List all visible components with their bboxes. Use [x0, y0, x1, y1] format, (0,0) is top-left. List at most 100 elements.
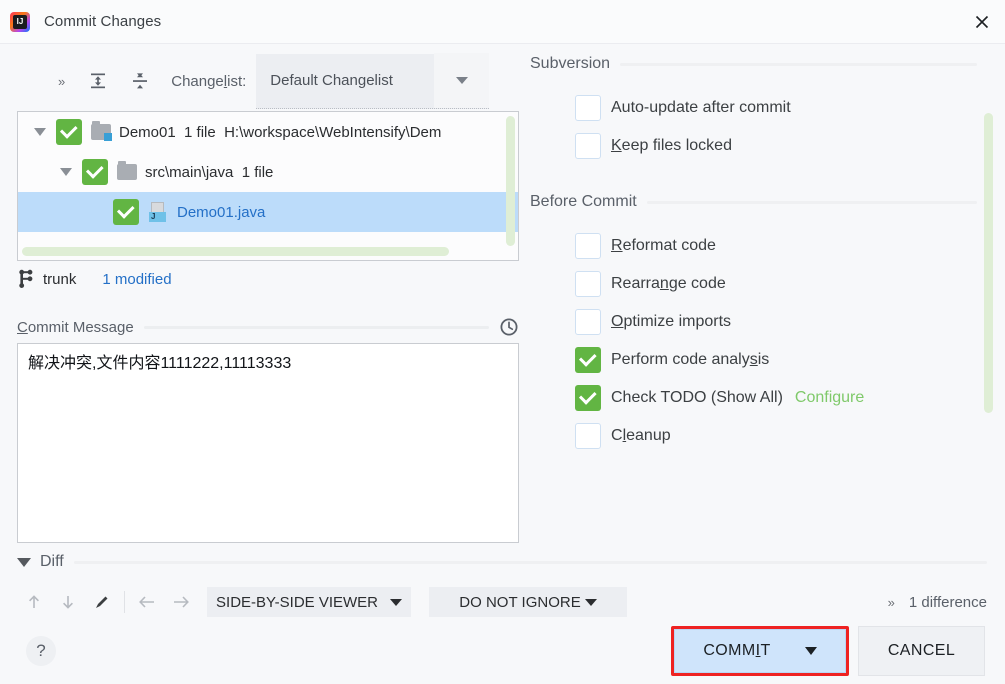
- cancel-button[interactable]: CANCEL: [858, 626, 985, 676]
- triangle-down-icon: [390, 598, 402, 606]
- section-title: Before Commit: [530, 193, 637, 210]
- divider: [620, 62, 977, 66]
- arrow-up-icon[interactable]: [17, 587, 51, 617]
- commit-changes-dialog: Commit Changes » Cha: [0, 0, 1005, 684]
- arrow-left-icon[interactable]: [130, 587, 164, 617]
- commit-button-label: COMMIT: [703, 642, 771, 659]
- changelist-toolbar: » Changelist: Default Changelist: [0, 52, 524, 110]
- chevron-down-icon[interactable]: [434, 53, 490, 108]
- checkbox-auto-update-after-commit[interactable]: Auto-update after commit: [530, 89, 1005, 127]
- caret-down-icon[interactable]: [17, 557, 31, 567]
- checkbox-label: Perform code analysis: [611, 351, 770, 368]
- viewer-mode-select[interactable]: SIDE-BY-SIDE VIEWER: [207, 587, 411, 617]
- row-checkbox[interactable]: [113, 199, 139, 225]
- checkbox-label: Rearrange code: [611, 275, 726, 292]
- checkbox-box[interactable]: [575, 233, 601, 259]
- tree-vertical-scrollbar[interactable]: [506, 116, 515, 246]
- help-button[interactable]: ?: [26, 636, 56, 666]
- pencil-icon[interactable]: [85, 587, 119, 617]
- folder-icon: [117, 161, 137, 180]
- checkbox-box[interactable]: [575, 423, 601, 449]
- checkbox-box[interactable]: [575, 309, 601, 335]
- table-row-label: src\main\java 1 file: [145, 163, 274, 181]
- commit-message-header: Commit Message: [17, 315, 519, 339]
- close-icon[interactable]: [959, 0, 1005, 43]
- checkbox-box[interactable]: [575, 347, 601, 373]
- folder-module-icon: [91, 121, 112, 141]
- checkbox-box[interactable]: [575, 95, 601, 121]
- checkbox-box[interactable]: [575, 385, 601, 411]
- checkbox-rearrange-code[interactable]: Rearrange code: [530, 265, 1005, 303]
- commit-message-input[interactable]: 解决冲突,文件内容1111222,11113333: [17, 343, 519, 543]
- configure-link[interactable]: Configure: [795, 389, 864, 407]
- changed-files-tree[interactable]: Demo01 1 file H:\workspace\WebIntensify\…: [17, 111, 519, 261]
- dialog-footer: ? COMMIT CANCEL: [0, 618, 1005, 684]
- diff-toolbar-right: » 1 difference: [888, 594, 987, 611]
- difference-count: 1 difference: [908, 593, 987, 611]
- changelist-selected-value: Default Changelist: [270, 72, 393, 89]
- row-checkbox[interactable]: [82, 159, 108, 185]
- checkbox-box[interactable]: [575, 133, 601, 159]
- commit-message-label: Commit Message: [17, 318, 134, 336]
- divider: [73, 560, 987, 564]
- checkbox-label: Optimize imports: [611, 313, 732, 330]
- options-vertical-scrollbar[interactable]: [984, 113, 993, 413]
- checkbox-reformat-code[interactable]: Reformat code: [530, 227, 1005, 265]
- section-header-before-commit: Before Commit: [530, 193, 1005, 211]
- diff-toolbar: SIDE-BY-SIDE VIEWER DO NOT IGNORE » 1 di…: [17, 586, 987, 618]
- commit-options-panel: Subversion Auto-update after commit Keep…: [530, 55, 1005, 540]
- arrow-right-icon[interactable]: [164, 587, 198, 617]
- table-row-label: Demo01.java: [177, 203, 266, 221]
- changelist-label: Changelist:: [171, 72, 247, 90]
- diff-title: Diff: [40, 553, 64, 570]
- triangle-down-icon[interactable]: [804, 647, 817, 655]
- divider: [143, 325, 489, 329]
- checkbox-keep-files-locked[interactable]: Keep files locked: [530, 127, 1005, 165]
- caret-down-icon[interactable]: [34, 128, 46, 136]
- checkbox-label: Keep files locked: [611, 137, 732, 154]
- expand-all-icon[interactable]: [83, 66, 113, 96]
- changelist-select[interactable]: Default Changelist: [256, 53, 490, 109]
- checkbox-cleanup[interactable]: Cleanup: [530, 417, 1005, 455]
- viewer-mode-value: SIDE-BY-SIDE VIEWER: [216, 593, 378, 611]
- commit-button[interactable]: COMMIT: [674, 629, 846, 673]
- checkbox-label: Reformat code: [611, 237, 716, 254]
- clock-history-icon[interactable]: [499, 317, 519, 337]
- tree-horizontal-scrollbar[interactable]: [22, 247, 449, 256]
- intellij-idea-logo-icon: [10, 11, 30, 32]
- java-file-icon: J: [149, 202, 169, 222]
- branch-icon: [17, 269, 35, 289]
- modified-count-link[interactable]: 1 modified: [102, 271, 171, 288]
- section-header-subversion: Subversion: [530, 55, 1005, 73]
- title-bar: Commit Changes: [0, 0, 1005, 44]
- checkbox-label: Cleanup: [611, 427, 671, 444]
- whitespace-mode-select[interactable]: DO NOT IGNORE: [429, 587, 627, 617]
- footer-button-group: COMMIT CANCEL: [671, 626, 985, 676]
- caret-down-icon[interactable]: [60, 168, 72, 176]
- section-title: Subversion: [530, 55, 611, 72]
- window-title: Commit Changes: [44, 13, 162, 30]
- arrow-down-icon[interactable]: [51, 587, 85, 617]
- collapse-all-icon[interactable]: [125, 66, 155, 96]
- divider: [124, 591, 125, 613]
- checkbox-optimize-imports[interactable]: Optimize imports: [530, 303, 1005, 341]
- divider: [646, 200, 977, 204]
- row-checkbox[interactable]: [56, 119, 82, 145]
- checkbox-perform-code-analysis[interactable]: Perform code analysis: [530, 341, 1005, 379]
- checkbox-check-todo[interactable]: Check TODO (Show All) Configure: [530, 379, 1005, 417]
- table-row-label: Demo01 1 file H:\workspace\WebIntensify\…: [119, 123, 442, 141]
- triangle-down-icon: [584, 598, 597, 606]
- commit-button-highlight: COMMIT: [671, 626, 849, 676]
- chevron-double-right-icon[interactable]: »: [888, 595, 895, 610]
- table-row[interactable]: Demo01 1 file H:\workspace\WebIntensify\…: [18, 112, 518, 152]
- table-row[interactable]: src\main\java 1 file: [18, 152, 518, 192]
- branch-bar: trunk 1 modified: [17, 266, 172, 292]
- diff-section-header: Diff: [17, 550, 987, 574]
- whitespace-mode-value: DO NOT IGNORE: [459, 593, 581, 611]
- branch-name: trunk: [43, 270, 77, 288]
- checkbox-label: Check TODO (Show All): [611, 389, 783, 406]
- chevron-double-right-icon[interactable]: »: [58, 74, 65, 89]
- checkbox-box[interactable]: [575, 271, 601, 297]
- table-row[interactable]: J Demo01.java: [18, 192, 518, 232]
- checkbox-label: Auto-update after commit: [611, 99, 791, 116]
